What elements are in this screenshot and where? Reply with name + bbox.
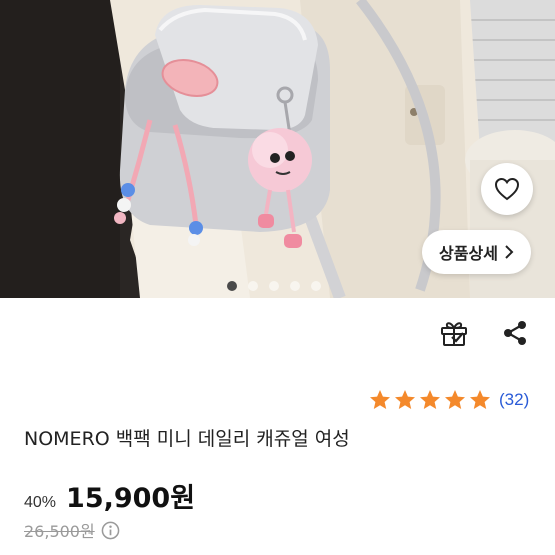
review-count[interactable]: (32) — [499, 390, 529, 410]
sale-price: 15,900원 — [66, 483, 196, 514]
share-icon[interactable] — [500, 318, 530, 348]
gallery-pagination — [0, 281, 555, 291]
original-price: 26,500원 — [24, 522, 95, 541]
product-detail-label: 상품상세 — [439, 244, 498, 263]
gallery-dot[interactable] — [290, 281, 300, 291]
product-title: NOMERO 백팩 미니 데일리 캐쥬얼 여성 — [24, 428, 350, 450]
info-circle-icon[interactable] — [101, 521, 120, 540]
rating-stars — [368, 388, 492, 412]
gallery-dot[interactable] — [248, 281, 258, 291]
star-icon — [470, 390, 490, 409]
product-rating[interactable]: (32) — [368, 388, 529, 412]
product-detail-button[interactable]: 상품상세 — [422, 230, 531, 274]
discount-rate: 40% — [24, 494, 57, 511]
star-icon — [445, 390, 465, 409]
product-image[interactable]: 상품상세 — [0, 0, 555, 298]
star-icon — [395, 390, 415, 409]
gallery-dot[interactable] — [269, 281, 279, 291]
gallery-dot[interactable] — [311, 281, 321, 291]
original-price-row: 26,500원 — [24, 518, 120, 542]
star-icon — [370, 390, 390, 409]
star-icon — [420, 390, 440, 409]
price-row: 40% 15,900원 — [24, 476, 195, 515]
gift-icon[interactable] — [439, 317, 469, 347]
heart-outline-icon — [494, 177, 520, 201]
chevron-right-icon — [505, 245, 514, 259]
wishlist-button[interactable] — [481, 163, 533, 215]
gallery-dot-active[interactable] — [227, 281, 237, 291]
